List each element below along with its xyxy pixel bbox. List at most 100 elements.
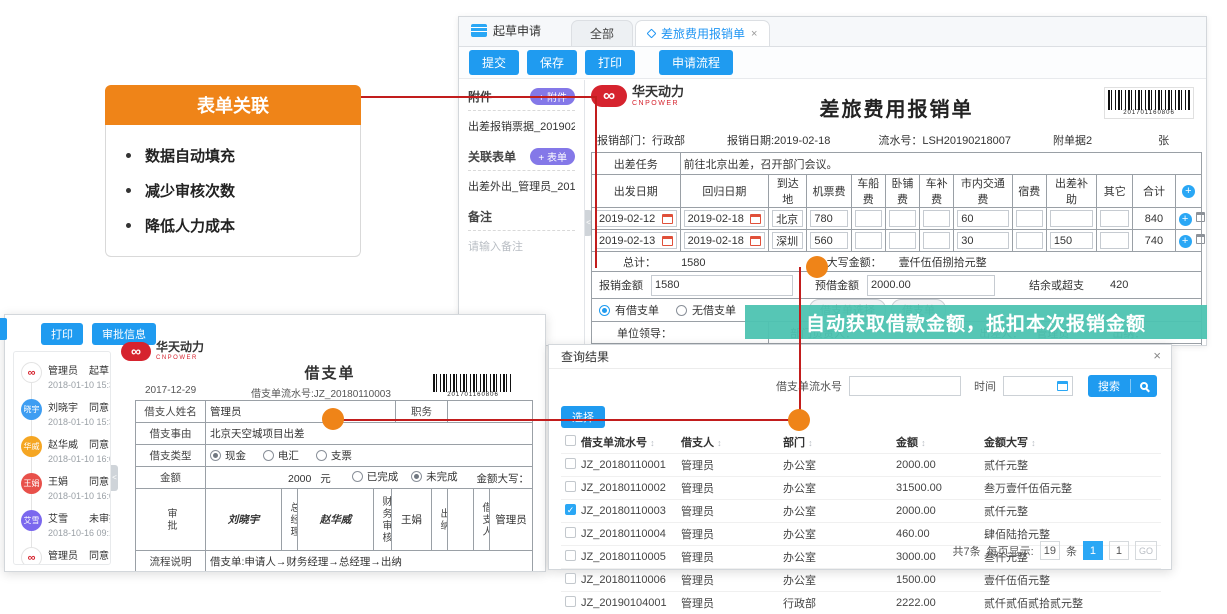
allowance-input[interactable] — [1050, 210, 1093, 227]
allowance-input[interactable]: 150 — [1050, 232, 1093, 249]
close-icon[interactable]: × — [1153, 349, 1161, 362]
approver-name: 刘晓宇 — [48, 399, 82, 414]
calendar-icon[interactable] — [662, 214, 673, 224]
sort-icon[interactable]: ↕ — [808, 438, 813, 448]
approval-time: 2018-01-10 15:39 — [48, 380, 111, 390]
header-amount[interactable]: 金额 — [896, 437, 918, 449]
tab-all[interactable]: 全部 — [571, 20, 633, 46]
has-loan-radio[interactable] — [599, 305, 610, 316]
add-row-icon[interactable]: + — [1182, 185, 1195, 198]
per-page-input[interactable]: 19 — [1040, 541, 1060, 560]
sleeper-input[interactable] — [889, 232, 916, 249]
hotel-input[interactable] — [1016, 232, 1043, 249]
related-form-item[interactable]: 出差外出_管理员_2019... — [468, 178, 575, 194]
sort-icon[interactable]: ↕ — [650, 438, 655, 448]
calendar-icon[interactable] — [750, 214, 761, 224]
save-button[interactable]: 保存 — [527, 50, 577, 75]
hotel-input[interactable] — [1016, 210, 1043, 227]
air-input[interactable]: 780 — [810, 210, 847, 227]
depart-date[interactable]: 2019-02-12 — [599, 213, 655, 225]
other-input[interactable] — [1100, 232, 1129, 249]
tab-close-icon[interactable]: × — [751, 28, 757, 40]
sidebar-collapse-handle[interactable]: < — [111, 465, 118, 491]
tab-travel-expense[interactable]: 差旅费用报销单 × — [635, 20, 770, 46]
print-button[interactable]: 打印 — [585, 50, 635, 75]
feature-callout: 表单关联 数据自动填充 减少审核次数 降低人力成本 — [105, 85, 361, 257]
dest-input[interactable]: 深圳 — [772, 232, 803, 249]
reimburse-input[interactable]: 1580 — [651, 275, 793, 296]
attachment-item[interactable]: 出差报销票据_20190219j... — [468, 118, 575, 134]
select-button[interactable]: 选择 — [561, 406, 605, 428]
carsub-input[interactable] — [923, 232, 950, 249]
approval-status: 同意 — [89, 399, 109, 414]
row-checkbox[interactable] — [565, 550, 576, 561]
select-all-checkbox[interactable] — [565, 435, 576, 446]
callout-bullet: 降低人力成本 — [126, 215, 340, 236]
dest-input[interactable]: 北京 — [772, 210, 803, 227]
calendar-icon[interactable] — [1057, 381, 1068, 391]
row-checkbox[interactable] — [565, 458, 576, 469]
words-label: 大写金额： — [827, 257, 882, 269]
approver-name: 管理员 — [48, 547, 82, 562]
task-value[interactable]: 前往北京出差，召开部门会议。 — [680, 153, 1201, 175]
boat-input[interactable] — [855, 232, 882, 249]
depart-date[interactable]: 2019-02-13 — [599, 235, 655, 247]
print-button[interactable]: 打印 — [41, 323, 83, 345]
add-row-icon[interactable]: + — [1179, 213, 1192, 226]
return-date[interactable]: 2019-02-18 — [688, 235, 744, 247]
reimburse-window: 起草申请 全部 差旅费用报销单 × 提交 保存 打印 申请流程 附件 + 附件 … — [458, 16, 1207, 346]
city-input[interactable]: 60 — [957, 210, 1008, 227]
sort-icon[interactable]: ↕ — [717, 438, 722, 448]
return-date[interactable]: 2019-02-18 — [688, 213, 744, 225]
serial-filter-input[interactable] — [849, 376, 961, 396]
expense-row: 2019-02-12 2019-02-18 北京 780 60 840 + — [592, 208, 1202, 230]
sort-icon[interactable]: ↕ — [1031, 438, 1036, 448]
preborrow-input[interactable]: 2000.00 — [867, 275, 995, 296]
delete-row-icon[interactable] — [1196, 234, 1205, 244]
page-1-button[interactable]: 1 — [1083, 541, 1103, 560]
air-input[interactable]: 560 — [810, 232, 847, 249]
filter-time-label: 时间 — [974, 378, 996, 394]
header-dept[interactable]: 部门 — [783, 437, 805, 449]
boat-input[interactable] — [855, 210, 882, 227]
row-checkbox-checked[interactable] — [565, 504, 576, 515]
row-checkbox[interactable] — [565, 573, 576, 584]
time-filter-input[interactable] — [1003, 376, 1073, 396]
result-row-selected[interactable]: JZ_20180110003管理员办公室2000.00贰仟元整 — [561, 499, 1161, 522]
per-page-unit: 条 — [1066, 543, 1077, 559]
result-row[interactable]: JZ_20180110001管理员办公室2000.00贰仟元整 — [561, 453, 1161, 476]
notes-input[interactable]: 请输入备注 — [468, 238, 575, 254]
header-serial[interactable]: 借支单流水号 — [581, 437, 647, 449]
result-row[interactable]: JZ_20190104001管理员行政部2222.00贰仟贰佰贰拾贰元整 — [561, 591, 1161, 614]
result-row[interactable]: JZ_20180110002管理员办公室31500.00叁万壹仟伍佰元整 — [561, 476, 1161, 499]
result-header-row: 借支单流水号 ↕ 借支人 ↕ 部门 ↕ 金额 ↕ 金额大写 ↕ — [561, 431, 1161, 453]
calendar-icon[interactable] — [662, 236, 673, 246]
approval-time: 2018-01-10 16:08 — [48, 454, 111, 464]
add-row-icon[interactable]: + — [1179, 235, 1192, 248]
city-input[interactable]: 30 — [957, 232, 1008, 249]
goto-page-input[interactable]: 1 — [1109, 541, 1129, 560]
calendar-icon[interactable] — [750, 236, 761, 246]
apply-flow-button[interactable]: 申请流程 — [659, 50, 733, 75]
no-loan-radio[interactable] — [676, 305, 687, 316]
toolbar: 提交 保存 打印 申请流程 — [459, 47, 1206, 79]
flow-steps: 借支单:申请人→财务经理→总经理→出纳 — [206, 551, 533, 573]
header-words[interactable]: 金额大写 — [984, 437, 1028, 449]
other-input[interactable] — [1100, 210, 1129, 227]
sort-icon[interactable]: ↕ — [921, 438, 926, 448]
filter-serial-label: 借支单流水号 — [776, 378, 842, 394]
add-form-button[interactable]: + 表单 — [530, 148, 575, 165]
submit-button[interactable]: 提交 — [469, 50, 519, 75]
search-button[interactable]: 搜索 — [1088, 375, 1157, 397]
sleeper-input[interactable] — [889, 210, 916, 227]
flow-label: 流程说明 — [136, 551, 206, 573]
app-title[interactable]: 起草申请 — [471, 22, 541, 39]
row-checkbox[interactable] — [565, 527, 576, 538]
result-row[interactable]: JZ_20180110006管理员办公室1500.00壹仟伍佰元整 — [561, 568, 1161, 591]
delete-row-icon[interactable] — [1196, 212, 1205, 222]
header-person[interactable]: 借支人 — [681, 437, 714, 449]
carsub-input[interactable] — [923, 210, 950, 227]
row-checkbox[interactable] — [565, 596, 576, 607]
row-checkbox[interactable] — [565, 481, 576, 492]
go-button[interactable]: GO — [1135, 541, 1157, 560]
